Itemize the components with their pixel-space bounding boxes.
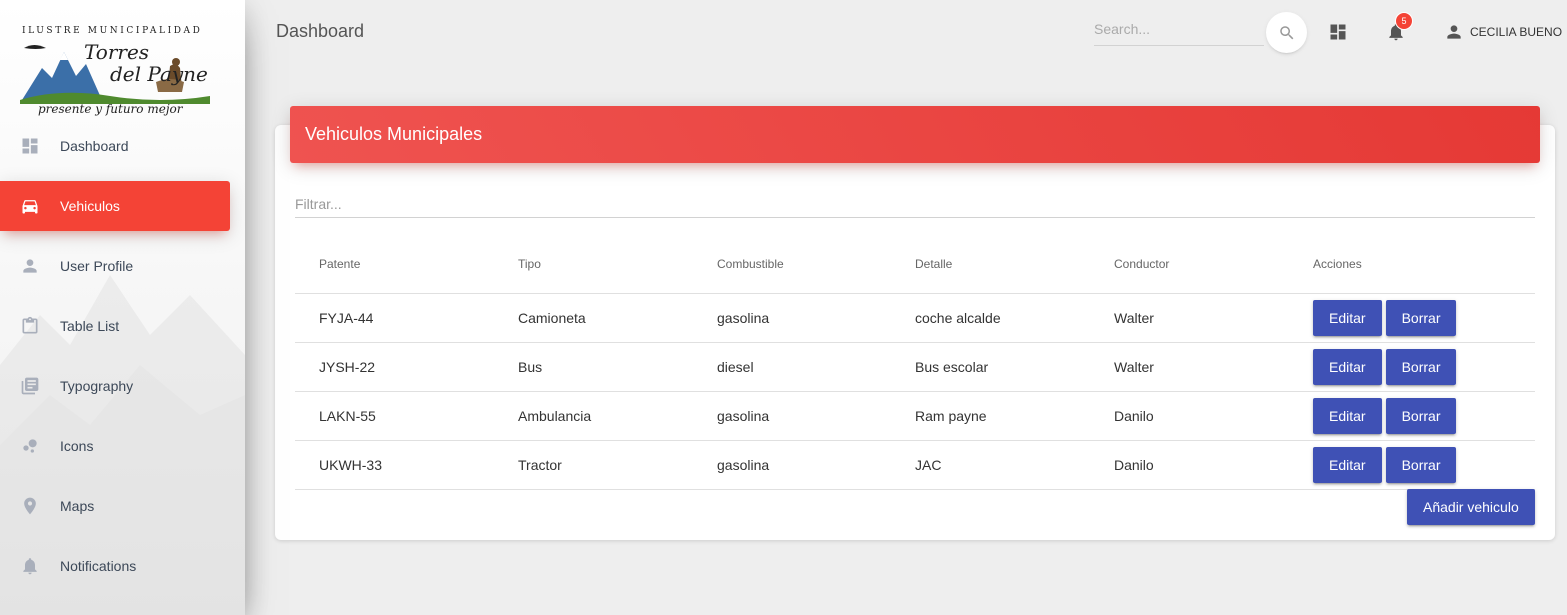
cell-tipo: Ambulancia [494,391,693,441]
edit-button[interactable]: Editar [1313,446,1382,483]
page-title: Dashboard [276,21,365,41]
sidebar-item-notifications[interactable]: Notifications [0,541,230,591]
table-row: UKWH-33 Tractor gasolina JAC Danilo Edit… [295,440,1535,490]
user-menu[interactable]: CECILIA BUENO [1444,22,1562,42]
sidebar-item-label: Maps [60,498,95,514]
sidebar-item-maps[interactable]: Maps [0,481,230,531]
notification-count-badge: 5 [1395,12,1413,30]
delete-button[interactable]: Borrar [1385,299,1457,336]
municipality-logo[interactable]: ILUSTRE MUNICIPALIDAD Torres del Payne p… [14,22,219,124]
column-header-tipo[interactable]: Tipo [494,236,693,294]
search-button[interactable] [1266,12,1307,53]
cell-conductor: Danilo [1090,391,1289,441]
bell-icon [20,556,40,576]
logo-top-text: ILUSTRE MUNICIPALIDAD [22,26,203,36]
card-title: Vehiculos Municipales [305,124,483,144]
clipboard-icon [20,316,40,336]
cell-acciones: Editar Borrar [1289,391,1535,441]
sidebar-nav: Dashboard Vehiculos User Profile Table L… [0,121,245,601]
cell-acciones: Editar Borrar [1289,440,1535,490]
cell-combustible: gasolina [693,391,891,441]
sidebar-item-label: User Profile [60,258,134,274]
edit-button[interactable]: Editar [1313,397,1382,434]
cell-patente: UKWH-33 [295,440,494,490]
sidebar-item-vehiculos[interactable]: Vehiculos [0,181,230,231]
sidebar-item-label: Typography [60,378,134,394]
cell-tipo: Bus [494,342,693,392]
cell-detalle: JAC [891,440,1090,490]
cell-conductor: Danilo [1090,440,1289,490]
bubble-chart-icon [20,436,40,456]
cell-patente: JYSH-22 [295,342,494,392]
column-header-patente[interactable]: Patente [295,236,494,294]
column-header-detalle[interactable]: Detalle [891,236,1090,294]
add-vehicle-button[interactable]: Añadir vehiculo [1407,489,1535,525]
sidebar-item-label: Icons [60,438,94,454]
sidebar-item-dashboard[interactable]: Dashboard [0,121,230,171]
table-row: FYJA-44 Camioneta gasolina coche alcalde… [295,293,1535,343]
filter-field [295,190,1535,218]
edit-button[interactable]: Editar [1313,348,1382,385]
dashboard-icon [20,136,40,156]
filter-input[interactable] [295,190,1535,218]
location-pin-icon [20,496,40,516]
car-icon [20,196,40,216]
cell-patente: FYJA-44 [295,293,494,343]
cell-conductor: Walter [1090,293,1289,343]
cell-detalle: Bus escolar [891,342,1090,392]
sidebar-item-icons[interactable]: Icons [0,421,230,471]
library-books-icon [20,376,40,396]
table-row: LAKN-55 Ambulancia gasolina Ram payne Da… [295,391,1535,441]
card-header: Vehiculos Municipales [290,106,1540,163]
column-header-combustible[interactable]: Combustible [693,236,891,294]
person-icon [20,256,40,276]
edit-button[interactable]: Editar [1313,299,1382,336]
logo-name-line2: del Payne [110,62,208,86]
sidebar-item-label: Vehiculos [60,198,120,214]
search-icon [1279,25,1293,39]
delete-button[interactable]: Borrar [1385,446,1457,483]
table-header-row: Patente Tipo Combustible Detalle Conduct… [295,236,1535,294]
cell-combustible: diesel [693,342,891,392]
dashboard-icon [1330,24,1346,40]
sidebar-item-label: Table List [60,318,120,334]
cell-combustible: gasolina [693,293,891,343]
cell-patente: LAKN-55 [295,391,494,441]
search-input[interactable] [1094,12,1264,46]
dashboard-shortcut-button[interactable] [1326,20,1350,44]
vehicles-table: Patente Tipo Combustible Detalle Conduct… [295,236,1535,490]
cell-detalle: coche alcalde [891,293,1090,343]
cell-conductor: Walter [1090,342,1289,392]
logo-tagline: presente y futuro mejor [38,102,183,116]
sidebar-item-label: Dashboard [60,138,129,154]
cell-combustible: gasolina [693,440,891,490]
sidebar-item-typography[interactable]: Typography [0,361,230,411]
sidebar-item-user-profile[interactable]: User Profile [0,241,230,291]
cell-acciones: Editar Borrar [1289,293,1535,343]
sidebar-item-table-list[interactable]: Table List [0,301,230,351]
cell-acciones: Editar Borrar [1289,342,1535,392]
sidebar: ILUSTRE MUNICIPALIDAD Torres del Payne p… [0,0,245,615]
delete-button[interactable]: Borrar [1385,397,1457,434]
delete-button[interactable]: Borrar [1385,348,1457,385]
person-icon [1447,25,1461,39]
sidebar-item-label: Notifications [60,558,137,574]
column-header-conductor[interactable]: Conductor [1090,236,1289,294]
cell-tipo: Tractor [494,440,693,490]
table-row: JYSH-22 Bus diesel Bus escolar Walter Ed… [295,342,1535,392]
search-field [1094,12,1264,46]
cell-tipo: Camioneta [494,293,693,343]
cell-detalle: Ram payne [891,391,1090,441]
user-name: CECILIA BUENO [1470,25,1563,39]
logo-name-line1: Torres [84,40,150,64]
column-header-acciones: Acciones [1289,236,1535,294]
